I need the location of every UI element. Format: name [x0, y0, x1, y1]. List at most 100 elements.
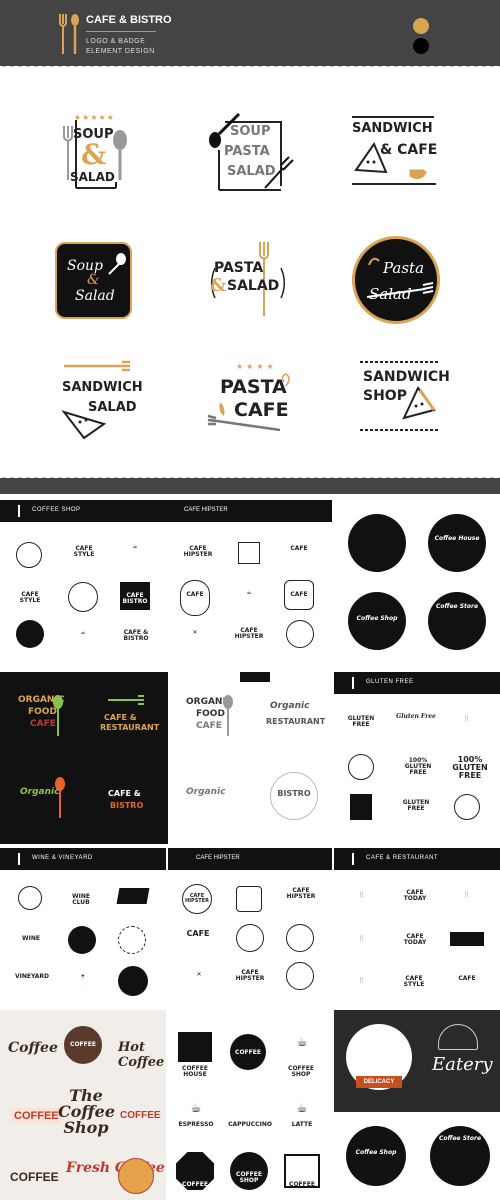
dark-badge: [348, 514, 406, 572]
sandwich-cup-icon: [352, 141, 436, 185]
mini-badge: [286, 620, 314, 648]
mini-logo: CAFE STYLE: [403, 975, 425, 988]
mini-logo: Eatery: [432, 1054, 493, 1075]
ampersand: &: [87, 272, 100, 288]
mini-logo: CAFE HIPSTER: [286, 887, 316, 900]
mini-logo: GLUTEN FREE: [402, 799, 430, 812]
spoon-icon: [55, 777, 65, 818]
mini-badge: [68, 582, 98, 612]
mini-logo: CAFE: [186, 929, 210, 938]
strip-label: CAFE HIPSTER: [196, 855, 240, 861]
black-swatch: [413, 38, 429, 54]
preview-coffee-house: Coffee House Coffee Shop Coffee Store: [334, 500, 500, 668]
logo-word: PASTA: [214, 260, 264, 276]
mini-badge: [16, 542, 42, 568]
header-subtitle-1: LOGO & BADGE: [86, 38, 146, 45]
mini-logo: Coffee Shop: [356, 615, 398, 622]
mini-logo: CAFE &: [108, 789, 141, 798]
mini-logo: CAFE TODAY: [403, 933, 427, 946]
mini-logo: Coffee Store: [435, 603, 479, 610]
mini-logo: Organic: [186, 787, 226, 797]
mini-logo: ESPRESSO: [178, 1121, 214, 1128]
rating-stars: ★★★★★: [74, 113, 115, 122]
strip-label: WINE & VINEYARD: [32, 855, 93, 861]
mini-logo: COFFEE: [235, 1049, 261, 1056]
preview-coffee-circles: Coffee Shop Coffee Store: [334, 1112, 500, 1200]
ampersand: &: [210, 275, 227, 296]
logo-pasta-salad-script: Pasta Salad: [352, 236, 440, 324]
scalloped-edge: [0, 62, 500, 72]
strip-label: CAFE HIPSTER: [184, 507, 228, 513]
mini-badge: [348, 754, 374, 780]
mini-logo: COFFEE: [182, 1181, 208, 1188]
logo-word: PASTA: [224, 144, 270, 159]
mini-logo: COFFEE: [10, 1170, 59, 1184]
mini-logo: VINEYARD: [14, 973, 49, 980]
mini-logo: CAFE: [290, 591, 308, 598]
mini-badge: [178, 1032, 212, 1062]
mini-logo: LATTE: [291, 1121, 313, 1128]
preview-coffee-shop: COFFEE SHOP CAFE HIPSTER CAFE STYLE ☕ CA…: [0, 500, 332, 668]
mini-badge: [16, 620, 44, 648]
header-bar: CAFE & BISTRO LOGO & BADGE ELEMENT DESIG…: [0, 0, 500, 66]
mini-logo: 100% GLUTEN FREE: [452, 755, 488, 780]
preview-coffee-types: Coffee COFFEE Hot Coffee COFFEE The Coff…: [0, 1010, 166, 1200]
logo-word: Salad: [75, 288, 115, 304]
mini-logo: Organic: [270, 701, 310, 711]
cloche-icon: [438, 1024, 478, 1050]
mini-logo: RESTAURANT: [100, 723, 160, 732]
logo-word: SALAD: [227, 278, 280, 294]
panel-strip: CAFE HIPSTER: [166, 500, 332, 522]
strip-label: CAFE & RESTAURANT: [366, 855, 439, 861]
mini-logo: CAFE TODAY: [403, 889, 427, 902]
mini-logo: COFFEE: [70, 1041, 96, 1048]
header-subtitle-2: ELEMENT DESIGN: [86, 48, 155, 55]
mini-logo: Coffee Store: [438, 1135, 482, 1142]
spoon-icon: [223, 695, 233, 736]
mini-logo: BISTRO: [277, 789, 311, 798]
logo-word: SANDWICH: [352, 121, 433, 136]
mini-badge: [450, 932, 484, 946]
mini-logo: CAFE BISTRO: [122, 592, 148, 605]
preview-restaurant: CAFE & RESTAURANT 🍴 CAFE TODAY 🍴 🍴 CAFE …: [334, 848, 500, 1006]
mini-badge: [116, 888, 150, 904]
mini-badge: [236, 924, 264, 952]
panel-strip: WINE & VINEYARD: [0, 848, 166, 870]
header-divider: [86, 31, 156, 32]
mini-logo: CAFE &: [104, 713, 137, 722]
gold-swatch: [413, 18, 429, 34]
mini-logo: Organic: [20, 787, 60, 797]
mini-logo: CAFE & BISTRO: [123, 629, 149, 642]
panel-strip: CAFE HIPSTER: [168, 848, 332, 870]
mini-logo: CAFE: [196, 721, 222, 731]
mini-logo: WINE: [22, 935, 40, 942]
panel-strip: CAFE & RESTAURANT: [334, 848, 500, 870]
preview-wine: WINE & VINEYARD WINE CLUB WINE VINEYARD …: [0, 848, 166, 1006]
panel-tab: [240, 672, 270, 682]
mini-logo: CAFE: [458, 975, 476, 982]
mini-logo: 100% GLUTEN FREE: [404, 757, 432, 776]
spoon-icon: [108, 253, 126, 275]
mini-logo: COFFEE SHOP: [236, 1171, 262, 1184]
mini-logo: RESTAURANT: [266, 717, 326, 726]
fork-pasta-icon: [207, 373, 290, 432]
preview-hipster: CAFE HIPSTER CAFE HIPSTER CAFE HIPSTER C…: [168, 848, 332, 1006]
spoon-icon: [53, 695, 63, 736]
header-title: CAFE & BISTRO: [86, 14, 172, 26]
mini-logo: CAFE: [290, 545, 308, 552]
mini-badge: [286, 924, 314, 952]
mini-badge: [118, 1158, 154, 1194]
logo-word: SHOP: [363, 388, 407, 404]
fork-spoon-icon: [59, 14, 79, 54]
panel-strip: GLUTEN FREE: [334, 672, 500, 694]
mini-badge: [236, 886, 262, 912]
mini-logo: CAFE STYLE: [73, 545, 95, 558]
preview-organic-light: ORGANIC FOOD CAFE Organic RESTAURANT Org…: [170, 672, 332, 844]
mini-badge: [118, 966, 148, 996]
strip-label: GLUTEN FREE: [366, 679, 414, 685]
mini-logo: CAFE HIPSTER: [185, 893, 209, 904]
mini-badge: [18, 886, 42, 910]
preview-coffee-icons: COFFEE HOUSE COFFEE ☕ COFFEE SHOP ☕ ESPR…: [168, 1010, 332, 1200]
mini-logo: GLUTEN FREE: [347, 715, 375, 728]
divider: [352, 116, 434, 118]
